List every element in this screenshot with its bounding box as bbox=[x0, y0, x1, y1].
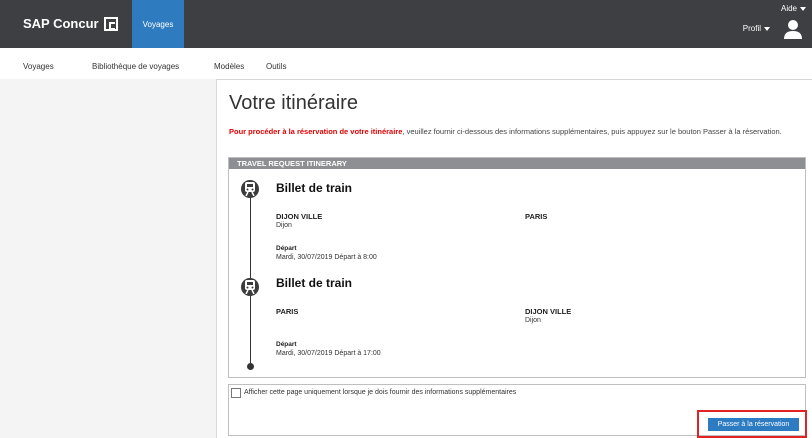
profile-label: Profil bbox=[742, 24, 761, 33]
timeline-end-dot bbox=[247, 363, 254, 370]
sub-navigation: Voyages Bibliothèque de voyages Modèles … bbox=[0, 48, 812, 80]
intro-warning: Pour procéder à la réservation de votre … bbox=[229, 127, 403, 136]
itinerary-header: TRAVEL REQUEST ITINERARY bbox=[229, 158, 805, 169]
origin-station: Dijon bbox=[276, 222, 292, 229]
departure-label: Départ bbox=[276, 341, 297, 348]
show-page-checkbox-label: Afficher cette page uniquement lorsque j… bbox=[244, 389, 517, 396]
train-icon bbox=[241, 180, 259, 198]
brand-name: SAP Concur bbox=[23, 16, 99, 31]
left-rail bbox=[0, 79, 217, 438]
subnav-item-bibliotheque[interactable]: Bibliothèque de voyages bbox=[92, 62, 179, 71]
segment-title: Billet de train bbox=[276, 276, 353, 290]
intro-rest: , veuillez fournir ci-dessous des inform… bbox=[402, 127, 782, 136]
subnav-item-voyages[interactable]: Voyages bbox=[23, 62, 54, 71]
destination-city: PARIS bbox=[525, 212, 548, 221]
departure-time: Mardi, 30/07/2019 Départ à 17:00 bbox=[276, 350, 381, 357]
show-page-checkbox[interactable] bbox=[231, 388, 241, 398]
destination-station: Dijon bbox=[525, 317, 541, 324]
origin-city: DIJON VILLE bbox=[276, 212, 323, 221]
help-label: Aide bbox=[780, 4, 797, 13]
departure-label: Départ bbox=[276, 245, 297, 252]
departure-time: Mardi, 30/07/2019 Départ à 8:00 bbox=[276, 254, 377, 261]
help-menu[interactable]: Aide bbox=[781, 4, 806, 13]
segment-title: Billet de train bbox=[276, 181, 353, 195]
destination-city: DIJON VILLE bbox=[525, 307, 572, 316]
user-avatar-icon[interactable] bbox=[784, 19, 802, 39]
chevron-down-icon bbox=[800, 6, 806, 11]
tab-voyages[interactable]: Voyages bbox=[132, 0, 184, 48]
subnav-item-modeles[interactable]: Modèles bbox=[214, 62, 244, 71]
page-title: Votre itinéraire bbox=[229, 92, 358, 114]
concur-logo-icon bbox=[103, 16, 118, 31]
top-bar: SAP Concur Voyages Aide Profil bbox=[0, 0, 812, 48]
subnav-item-outils[interactable]: Outils bbox=[266, 62, 286, 71]
proceed-to-booking-button[interactable]: Passer à la réservation bbox=[708, 418, 799, 431]
brand-logo[interactable]: SAP Concur bbox=[23, 16, 118, 31]
intro-text: Pour procéder à la réservation de votre … bbox=[229, 126, 809, 137]
origin-city: PARIS bbox=[276, 307, 299, 316]
train-icon bbox=[241, 278, 259, 296]
profile-menu[interactable]: Profil bbox=[743, 24, 770, 33]
chevron-down-icon bbox=[764, 26, 770, 31]
